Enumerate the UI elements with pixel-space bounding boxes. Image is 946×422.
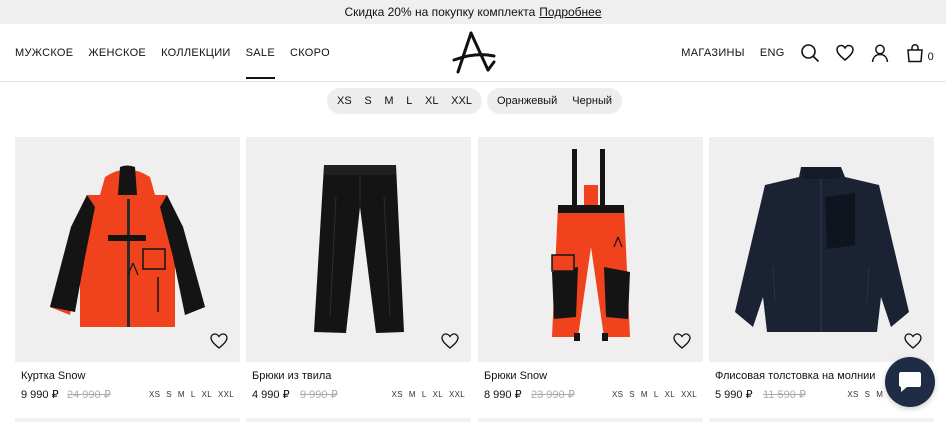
next-row-peek bbox=[15, 418, 240, 422]
black-trousers-image bbox=[314, 165, 404, 333]
size-option[interactable]: XL bbox=[665, 390, 675, 399]
size-option[interactable]: M bbox=[178, 390, 185, 399]
size-filter-xs[interactable]: XS bbox=[337, 95, 352, 107]
product-name[interactable]: Флисовая толстовка на молнии bbox=[715, 370, 875, 382]
size-option[interactable]: XS bbox=[612, 390, 623, 399]
size-option[interactable]: M bbox=[409, 390, 416, 399]
next-row-peek bbox=[709, 418, 934, 422]
heart-icon[interactable] bbox=[209, 332, 229, 350]
product-sizes: XS S M L XL XXL bbox=[612, 390, 697, 399]
product-image[interactable] bbox=[478, 137, 703, 362]
site-header: МУЖСКОЕ ЖЕНСКОЕ КОЛЛЕКЦИИ SALE СКОРО МАГ… bbox=[0, 24, 946, 82]
size-option[interactable]: L bbox=[422, 390, 427, 399]
size-filter: XS S M L XL XXL bbox=[327, 88, 482, 114]
bag-icon bbox=[906, 44, 923, 63]
product-sizes: XS S M L XL XXL bbox=[149, 390, 234, 399]
orange-snow-pants-image bbox=[551, 149, 630, 341]
size-option[interactable]: XL bbox=[202, 390, 212, 399]
size-filter-xxl[interactable]: XXL bbox=[451, 95, 472, 107]
nav-item-sale[interactable]: SALE bbox=[245, 47, 276, 79]
main-nav: МУЖСКОЕ ЖЕНСКОЕ КОЛЛЕКЦИИ SALE СКОРО bbox=[15, 24, 330, 82]
nav-item-collections[interactable]: КОЛЛЕКЦИИ bbox=[161, 47, 231, 59]
color-filter-black[interactable]: Черный bbox=[572, 95, 612, 107]
product-old-price: 11 590 ₽ bbox=[763, 389, 806, 401]
filter-bar: XS S M L XL XXL Оранжевый Черный bbox=[0, 88, 946, 114]
navy-fleece-image bbox=[735, 167, 909, 332]
product-grid: Куртка Snow 9 990 ₽ 24 990 ₽ XS S M L XL… bbox=[15, 137, 946, 422]
promo-text: Скидка 20% на покупку комплекта bbox=[344, 5, 536, 19]
product-name[interactable]: Куртка Snow bbox=[21, 370, 85, 382]
brand-logo[interactable] bbox=[450, 30, 498, 76]
size-filter-l[interactable]: L bbox=[406, 95, 412, 107]
size-option[interactable]: XS bbox=[149, 390, 160, 399]
next-row-peek bbox=[478, 418, 703, 422]
size-filter-xl[interactable]: XL bbox=[425, 95, 438, 107]
heart-icon[interactable] bbox=[440, 332, 460, 350]
product-image[interactable] bbox=[709, 137, 934, 362]
product-name[interactable]: Брюки из твила bbox=[252, 370, 331, 382]
next-row-peek bbox=[246, 418, 471, 422]
size-option[interactable]: XS bbox=[392, 390, 403, 399]
color-filter: Оранжевый Черный bbox=[487, 88, 622, 114]
utility-nav: МАГАЗИНЫ ENG 0 bbox=[681, 24, 934, 82]
cart-button[interactable]: 0 bbox=[905, 43, 934, 63]
cart-count: 0 bbox=[927, 51, 934, 63]
product-sizes: XS M L XL XXL bbox=[392, 390, 465, 399]
size-option[interactable]: XL bbox=[433, 390, 443, 399]
product-card[interactable]: Куртка Snow 9 990 ₽ 24 990 ₽ XS S M L XL… bbox=[15, 137, 240, 422]
product-price: 9 990 ₽ bbox=[21, 389, 59, 401]
language-switch[interactable]: ENG bbox=[760, 47, 785, 59]
product-old-price: 9 990 ₽ bbox=[300, 389, 338, 401]
heart-icon[interactable] bbox=[903, 332, 923, 350]
product-price: 8 990 ₽ bbox=[484, 389, 522, 401]
promo-link[interactable]: Подробнее bbox=[539, 5, 601, 19]
size-option[interactable]: XXL bbox=[681, 390, 697, 399]
product-image[interactable] bbox=[15, 137, 240, 362]
product-price: 5 990 ₽ bbox=[715, 389, 753, 401]
nav-item-women[interactable]: ЖЕНСКОЕ bbox=[88, 47, 146, 59]
size-option[interactable]: XXL bbox=[449, 390, 465, 399]
orange-jacket-image bbox=[50, 165, 205, 327]
size-option[interactable]: L bbox=[191, 390, 196, 399]
product-card[interactable]: Брюки из твила 4 990 ₽ 9 990 ₽ XS M L XL… bbox=[246, 137, 471, 422]
heart-icon[interactable] bbox=[672, 332, 692, 350]
stores-link[interactable]: МАГАЗИНЫ bbox=[681, 47, 745, 59]
search-icon[interactable] bbox=[800, 43, 820, 63]
size-filter-m[interactable]: M bbox=[384, 95, 393, 107]
size-option[interactable]: XS bbox=[847, 390, 858, 399]
product-old-price: 24 990 ₽ bbox=[67, 389, 111, 401]
product-card[interactable]: Брюки Snow 8 990 ₽ 23 990 ₽ XS S M L XL … bbox=[478, 137, 703, 422]
size-filter-s[interactable]: S bbox=[364, 95, 371, 107]
heart-icon[interactable] bbox=[835, 43, 855, 63]
size-option[interactable]: S bbox=[166, 390, 172, 399]
user-icon[interactable] bbox=[870, 43, 890, 63]
nav-item-men[interactable]: МУЖСКОЕ bbox=[15, 47, 73, 59]
nav-item-soon[interactable]: СКОРО bbox=[290, 47, 330, 59]
size-option[interactable]: S bbox=[629, 390, 635, 399]
chat-icon bbox=[899, 372, 921, 392]
size-option[interactable]: S bbox=[865, 390, 871, 399]
product-name[interactable]: Брюки Snow bbox=[484, 370, 547, 382]
product-image[interactable] bbox=[246, 137, 471, 362]
chat-button[interactable] bbox=[885, 357, 935, 407]
size-option[interactable]: M bbox=[641, 390, 648, 399]
size-option[interactable]: M bbox=[876, 390, 883, 399]
product-price: 4 990 ₽ bbox=[252, 389, 290, 401]
size-option[interactable]: XXL bbox=[218, 390, 234, 399]
color-filter-orange[interactable]: Оранжевый bbox=[497, 95, 557, 107]
promo-bar: Скидка 20% на покупку комплекта Подробне… bbox=[0, 0, 946, 24]
size-option[interactable]: L bbox=[654, 390, 659, 399]
product-old-price: 23 990 ₽ bbox=[531, 389, 575, 401]
